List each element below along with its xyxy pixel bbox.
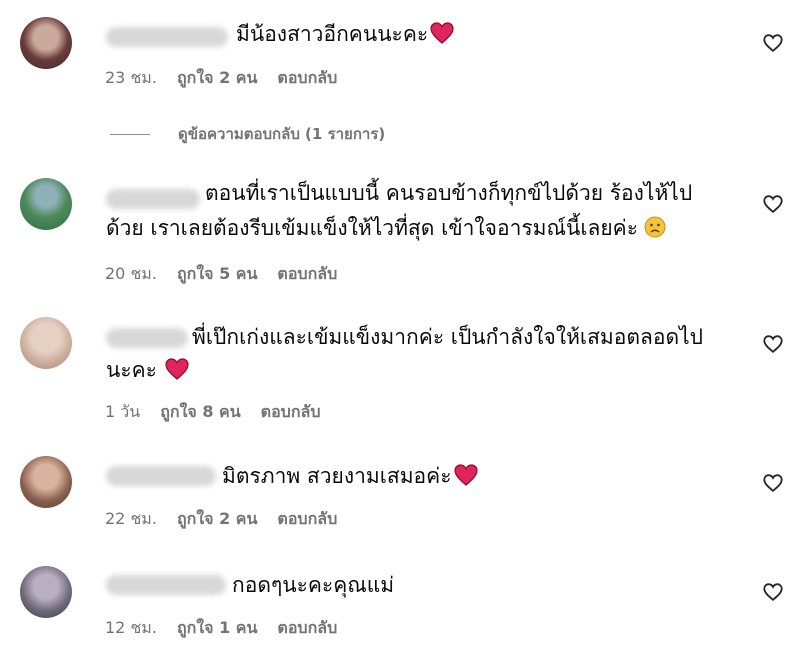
divider-line bbox=[110, 133, 150, 135]
reply-button[interactable]: ตอบกลับ bbox=[277, 66, 337, 91]
likes-count[interactable]: ถูกใจ 1 คน bbox=[177, 616, 257, 641]
username-blurred[interactable] bbox=[106, 328, 188, 348]
avatar[interactable] bbox=[20, 178, 72, 230]
like-button[interactable] bbox=[762, 472, 784, 494]
avatar[interactable] bbox=[20, 317, 72, 369]
likes-count[interactable]: ถูกใจ 8 คน bbox=[160, 400, 240, 425]
red-heart-emoji bbox=[430, 22, 454, 44]
username-blurred[interactable] bbox=[106, 27, 228, 47]
likes-count[interactable]: ถูกใจ 5 คน bbox=[177, 262, 257, 287]
comment-text: ตอนที่เราเป็นแบบนี้ คนรอบข้างก็ทุกข์ไปด้… bbox=[205, 181, 693, 205]
heart-outline-icon bbox=[763, 583, 783, 601]
avatar[interactable] bbox=[20, 456, 72, 508]
likes-count[interactable]: ถูกใจ 2 คน bbox=[177, 66, 257, 91]
heart-outline-icon bbox=[763, 335, 783, 353]
heart-outline-icon bbox=[763, 195, 783, 213]
reply-button[interactable]: ตอบกลับ bbox=[277, 507, 337, 532]
sad-face-emoji bbox=[644, 216, 666, 238]
username-blurred[interactable] bbox=[106, 466, 216, 486]
like-button[interactable] bbox=[762, 581, 784, 603]
comment-text-line2: ด้วย เราเลยต้องรีบเข้มแข็งให้ไวที่สุด เข… bbox=[106, 210, 666, 247]
reply-button[interactable]: ตอบกลับ bbox=[277, 262, 337, 287]
avatar[interactable] bbox=[20, 17, 72, 69]
avatar[interactable] bbox=[20, 566, 72, 618]
comment-meta: 22 ชม. ถูกใจ 2 คน ตอบกลับ bbox=[105, 507, 337, 532]
comment-meta: 1 วัน ถูกใจ 8 คน ตอบกลับ bbox=[105, 400, 320, 425]
comment-text: มิตรภาพ สวยงามเสมอค่ะ bbox=[222, 458, 478, 495]
username-blurred[interactable] bbox=[106, 575, 226, 595]
like-button[interactable] bbox=[762, 333, 784, 355]
comment-meta: 20 ชม. ถูกใจ 5 คน ตอบกลับ bbox=[105, 262, 337, 287]
comment-meta: 12 ชม. ถูกใจ 1 คน ตอบกลับ bbox=[105, 616, 337, 641]
red-heart-emoji bbox=[453, 464, 478, 486]
comment-time: 1 วัน bbox=[105, 402, 141, 421]
view-replies-label: ดูข้อความตอบกลับ (1 รายการ) bbox=[178, 125, 386, 143]
comment-text: กอดๆนะคะคุณแม่ bbox=[232, 573, 395, 597]
comment-time: 22 ชม. bbox=[105, 509, 157, 528]
comment-time: 12 ชม. bbox=[105, 618, 157, 637]
view-replies-button[interactable]: ดูข้อความตอบกลับ (1 รายการ) bbox=[110, 122, 385, 146]
username-blurred[interactable] bbox=[106, 189, 200, 209]
comment-time: 20 ชม. bbox=[105, 264, 157, 283]
like-button[interactable] bbox=[762, 193, 784, 215]
comment-text-line2: นะคะ bbox=[106, 352, 189, 389]
comment-text: พี่เป๊กเก่งและเข้มแข็งมากค่ะ เป็นกำลังใจ… bbox=[192, 325, 704, 349]
comment-meta: 23 ชม. ถูกใจ 2 คน ตอบกลับ bbox=[105, 66, 337, 91]
likes-count[interactable]: ถูกใจ 2 คน bbox=[177, 507, 257, 532]
comment-text: มีน้องสาวอีกคนนะคะ bbox=[236, 16, 454, 53]
reply-button[interactable]: ตอบกลับ bbox=[277, 616, 337, 641]
heart-outline-icon bbox=[763, 34, 783, 52]
reply-button[interactable]: ตอบกลับ bbox=[261, 400, 321, 425]
red-heart-emoji bbox=[165, 358, 189, 380]
heart-outline-icon bbox=[763, 474, 783, 492]
like-button[interactable] bbox=[762, 32, 784, 54]
comment-time: 23 ชม. bbox=[105, 68, 157, 87]
